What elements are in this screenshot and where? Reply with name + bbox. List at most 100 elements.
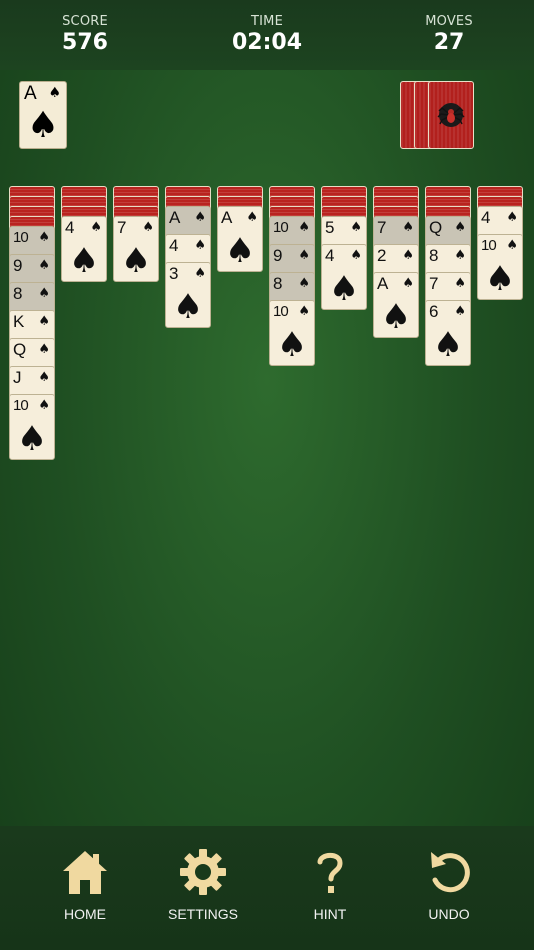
moves-label: MOVES bbox=[425, 14, 473, 29]
card-suit-small: ♠ bbox=[38, 230, 50, 245]
card-rank: Q bbox=[429, 218, 443, 237]
card-suit-large: ♠ bbox=[380, 297, 412, 337]
card-suit-small: ♠ bbox=[38, 286, 50, 301]
card-suit-small: ♠ bbox=[38, 398, 50, 413]
card-rank: A bbox=[221, 208, 233, 227]
card-rank: A bbox=[169, 208, 181, 227]
card-suit-large: ♠ bbox=[432, 325, 464, 365]
playing-card[interactable]: A ♠ ♠ bbox=[373, 272, 419, 338]
moves-value: 27 bbox=[433, 30, 465, 55]
card-rank: 9 bbox=[273, 246, 283, 265]
card-suit-small: ♠ bbox=[298, 248, 310, 263]
hint-label: HINT bbox=[313, 906, 347, 922]
card-suit-large: ♠ bbox=[224, 231, 256, 271]
spider-icon bbox=[437, 103, 465, 127]
card-suit-small: ♠ bbox=[454, 248, 466, 263]
card-suit-small: ♠ bbox=[454, 304, 466, 319]
moves-stat: MOVES 27 bbox=[409, 14, 489, 55]
card-rank: K bbox=[13, 312, 25, 331]
card-suit-small: ♠ bbox=[350, 220, 362, 235]
card-suit-large: ♠ bbox=[276, 325, 308, 365]
card-rank: 10 bbox=[481, 237, 497, 254]
playing-card[interactable]: 4 ♠ ♠ bbox=[61, 216, 107, 282]
card-rank: 3 bbox=[169, 264, 179, 283]
hint-button[interactable]: HINT bbox=[285, 846, 375, 922]
card-suit-large: ♠ bbox=[68, 241, 100, 281]
card-suit-small: ♠ bbox=[454, 276, 466, 291]
card-suit-small: ♠ bbox=[298, 220, 310, 235]
playing-card[interactable]: 10 ♠ ♠ bbox=[9, 394, 55, 460]
settings-button[interactable]: SETTINGS bbox=[158, 846, 248, 922]
card-rank: J bbox=[13, 368, 22, 387]
card-suit-large: ♠ bbox=[328, 269, 360, 309]
card-suit-large: ♠ bbox=[120, 241, 152, 281]
time-stat: TIME 02:04 bbox=[227, 14, 307, 55]
gear-icon bbox=[180, 849, 226, 895]
card-suit-small: ♠ bbox=[38, 314, 50, 329]
card-rank: 8 bbox=[429, 246, 439, 265]
card-rank: 7 bbox=[429, 274, 439, 293]
card-suit-small: ♠ bbox=[350, 248, 362, 263]
card-rank: 7 bbox=[377, 218, 387, 237]
card-suit-small: ♠ bbox=[246, 210, 258, 225]
card-rank: 8 bbox=[13, 284, 23, 303]
card-rank: 10 bbox=[273, 303, 289, 320]
card-suit-small: ♠ bbox=[38, 258, 50, 273]
playing-card[interactable]: 10 ♠ ♠ bbox=[269, 300, 315, 366]
card-suit-small: ♠ bbox=[38, 342, 50, 357]
card-suit-large: ♠ bbox=[484, 259, 516, 299]
foundation-suit-large: ♠ bbox=[26, 105, 60, 146]
card-suit-small: ♠ bbox=[402, 220, 414, 235]
foundation-suit-small: ♠ bbox=[48, 85, 61, 101]
playing-card[interactable]: 6 ♠ ♠ bbox=[425, 300, 471, 366]
card-rank: 2 bbox=[377, 246, 387, 265]
card-suit-small: ♠ bbox=[194, 266, 206, 281]
card-suit-large: ♠ bbox=[172, 287, 204, 327]
playing-card[interactable]: A ♠ ♠ bbox=[217, 206, 263, 272]
card-suit-small: ♠ bbox=[454, 220, 466, 235]
card-rank: 10 bbox=[273, 219, 289, 236]
card-suit-small: ♠ bbox=[506, 210, 518, 225]
home-label: HOME bbox=[64, 906, 106, 922]
undo-button[interactable]: UNDO bbox=[404, 846, 494, 922]
card-suit-large: ♠ bbox=[16, 419, 48, 459]
card-suit-small: ♠ bbox=[194, 238, 206, 253]
home-button[interactable]: HOME bbox=[40, 846, 130, 922]
card-suit-small: ♠ bbox=[402, 248, 414, 263]
card-rank: 4 bbox=[481, 208, 491, 227]
undo-icon bbox=[431, 852, 470, 893]
card-suit-small: ♠ bbox=[194, 210, 206, 225]
card-rank: 5 bbox=[325, 218, 335, 237]
card-suit-small: ♠ bbox=[298, 276, 310, 291]
card-rank: Q bbox=[13, 340, 27, 359]
card-rank: A bbox=[377, 274, 389, 293]
card-rank: 10 bbox=[13, 229, 29, 246]
home-icon bbox=[63, 851, 107, 894]
time-value: 02:04 bbox=[231, 30, 303, 55]
card-suit-small: ♠ bbox=[38, 370, 50, 385]
card-suit-small: ♠ bbox=[142, 220, 154, 235]
card-rank: 4 bbox=[65, 218, 75, 237]
undo-label: UNDO bbox=[428, 906, 470, 922]
card-rank: 10 bbox=[13, 397, 29, 414]
score-label: SCORE bbox=[62, 14, 108, 29]
card-suit-small: ♠ bbox=[298, 304, 310, 319]
score-value: 576 bbox=[62, 30, 108, 55]
card-suit-small: ♠ bbox=[506, 238, 518, 253]
playing-card[interactable]: 10 ♠ ♠ bbox=[477, 234, 523, 300]
card-rank: 4 bbox=[169, 236, 179, 255]
card-rank: 4 bbox=[325, 246, 335, 265]
question-mark-icon bbox=[317, 852, 343, 893]
playing-card[interactable]: 7 ♠ ♠ bbox=[113, 216, 159, 282]
card-suit-small: ♠ bbox=[90, 220, 102, 235]
foundation-card: A ♠ ♠ bbox=[19, 81, 67, 149]
card-rank: 6 bbox=[429, 302, 439, 321]
card-rank: 9 bbox=[13, 256, 23, 275]
card-rank: 7 bbox=[117, 218, 127, 237]
playing-card[interactable]: 4 ♠ ♠ bbox=[321, 244, 367, 310]
time-label: TIME bbox=[250, 14, 283, 29]
foundation-rank: A bbox=[24, 83, 37, 104]
playing-card[interactable]: 3 ♠ ♠ bbox=[165, 262, 211, 328]
card-rank: 8 bbox=[273, 274, 283, 293]
stock-pile-top[interactable] bbox=[428, 81, 474, 149]
